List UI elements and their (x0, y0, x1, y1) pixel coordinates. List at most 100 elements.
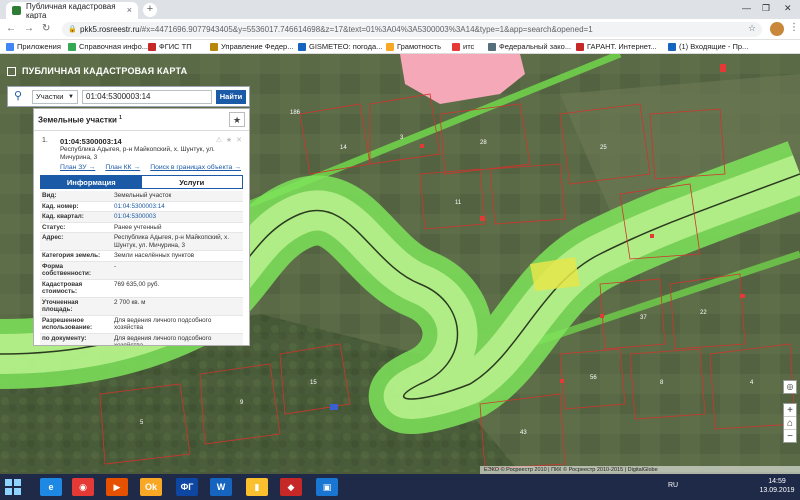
property-key: по документу: (42, 334, 87, 342)
bookmark-label: GISMETEO: погода... (309, 42, 383, 51)
url-host: pkk5.rosreestr.ru (80, 25, 140, 34)
property-row: Статус: Ранее учтенный (40, 223, 243, 233)
panel-title: Земельные участки 1 (38, 115, 122, 125)
property-row: Вид: Земельный участок (40, 191, 243, 202)
property-key: Кад. квартал: (42, 213, 84, 220)
property-key: Разрешенное использование: (42, 316, 93, 332)
browser-tab-bar: Публичная кадастровая карта × + — ❐ ✕ (0, 0, 800, 20)
tab-services[interactable]: Услуги (141, 176, 242, 188)
window-minimize-button[interactable]: — (742, 3, 751, 13)
result-action-icons[interactable]: ⚠ ★ ✕ (216, 136, 243, 144)
bookmark-item[interactable]: итс (452, 42, 474, 51)
locate-button[interactable]: ◎ (783, 380, 797, 394)
browser-menu-icon[interactable]: ⋮ (789, 22, 799, 33)
bookmark-item[interactable]: Грамотность (386, 42, 441, 51)
taskbar-app-icon[interactable]: ◉ (72, 478, 94, 496)
search-icon[interactable]: ⚲ (8, 87, 28, 106)
parcel-label: 56 (590, 375, 597, 381)
property-value: Для ведения личного подсобного хозяйства (114, 316, 212, 332)
bookmark-label: итс (463, 42, 475, 51)
panel-title-text: Земельные участки (38, 115, 117, 125)
bookmark-label: Управление Федер... (221, 42, 294, 51)
window-close-button[interactable]: ✕ (784, 3, 792, 14)
result-count: 1 (119, 115, 122, 121)
parcel-label: 25 (600, 145, 607, 151)
url-input[interactable]: 🔒 pkk5.rosreestr.ru/#x=4471696.907794340… (62, 22, 762, 37)
plan-zu-link[interactable]: План ЗУ → (60, 164, 95, 171)
taskbar-app-icon[interactable]: ▶ (106, 478, 128, 496)
info-tabs: Информация Услуги (40, 175, 243, 189)
bookmark-favicon-icon (210, 42, 218, 51)
taskbar-app-icon[interactable]: e (40, 478, 62, 496)
bookmark-favicon-icon (386, 42, 394, 51)
parcel-label: 11 (455, 200, 462, 206)
back-button[interactable]: ← (6, 23, 16, 34)
forward-button[interactable]: → (24, 23, 34, 34)
tab-close-icon[interactable]: × (127, 5, 132, 15)
property-row: по документу: Для ведения личного подсобн… (40, 333, 243, 345)
result-item[interactable]: 1. ⚠ ★ ✕ 01:04:5300003:14 Республика Ады… (34, 131, 249, 171)
bookmark-item[interactable]: Приложения (6, 42, 61, 51)
new-tab-button[interactable]: + (143, 3, 157, 17)
favorite-star-icon[interactable]: ★ (229, 112, 245, 127)
panel-header: Земельные участки 1 ★ (34, 109, 249, 131)
bookmark-item[interactable]: Управление Федер... (210, 42, 293, 51)
property-row: Адрес: Республика Адыгея, р-н Майкопский,… (40, 233, 243, 251)
bookmark-item[interactable]: Справочная инфо... (68, 42, 148, 51)
bookmark-label: Федеральный зако... (499, 42, 572, 51)
property-value: Ранее учтенный (114, 223, 162, 231)
address-toolbar: ← → ↻ 🔒 pkk5.rosreestr.ru/#x=4471696.907… (0, 19, 800, 40)
language-indicator[interactable]: RU (668, 482, 678, 489)
search-type-select[interactable]: Участки ▼ (32, 89, 78, 104)
bookmark-favicon-icon (488, 42, 496, 51)
taskbar-app-icon[interactable]: ◆ (280, 478, 302, 496)
zoom-home-button[interactable]: ⌂ (784, 417, 796, 430)
search-type-value: Участки (36, 91, 64, 101)
site-favicon-icon (12, 6, 21, 15)
search-button[interactable]: Найти (216, 89, 246, 104)
bookmark-item[interactable]: ГАРАНТ. Интернет... (576, 42, 657, 51)
property-row: Уточненная площадь: 2 700 кв. м (40, 297, 243, 316)
property-row: Разрешенное использование: Для ведения ли… (40, 316, 243, 334)
property-key: Статус: (42, 223, 66, 231)
search-input[interactable] (82, 89, 212, 104)
tab-information[interactable]: Информация (41, 176, 142, 188)
url-path: /#x=4471696.9077943405&y=5536017.7466146… (139, 25, 593, 34)
property-key: Адрес: (42, 234, 64, 241)
window-maximize-button[interactable]: ❐ (762, 3, 770, 14)
bookmark-item[interactable]: (1) Входящие - Пр... (668, 42, 748, 51)
property-value[interactable]: 01:04:5300003 (112, 212, 243, 222)
bookmark-label: Грамотность (397, 42, 441, 51)
clock-date: 13.09.2019 (759, 487, 795, 494)
browser-tab[interactable]: Публичная кадастровая карта × (6, 1, 138, 20)
bookmark-favicon-icon (68, 42, 76, 51)
bookmark-favicon-icon (668, 42, 676, 51)
taskbar-app-icon[interactable]: W (210, 478, 232, 496)
property-key: Форма собственности: (42, 262, 91, 278)
parcel-label: 14 (340, 145, 347, 151)
tab-title: Публичная кадастровая карта (25, 1, 116, 20)
reload-button[interactable]: ↻ (42, 23, 50, 34)
property-value: Земли населённых пунктов (114, 252, 195, 259)
bookmark-star-icon[interactable]: ☆ (748, 23, 756, 34)
clock[interactable]: 14:59 13.09.2019 (758, 477, 796, 495)
chevron-down-icon: ▼ (68, 93, 74, 100)
property-value[interactable]: 01:04:5300003:14 (112, 202, 243, 212)
parcel-label: 43 (520, 430, 527, 436)
start-button-icon[interactable] (4, 478, 22, 496)
search-within-link[interactable]: Поиск в границах объекта → (150, 164, 241, 171)
bookmark-item[interactable]: GISMETEO: погода... (298, 42, 382, 51)
taskbar-app-icon[interactable]: Ok (140, 478, 162, 496)
zoom-out-button[interactable]: − (784, 430, 796, 443)
bookmark-label: ГАРАНТ. Интернет... (587, 42, 657, 51)
taskbar-app-icon[interactable]: ▣ (316, 478, 338, 496)
bookmark-item[interactable]: Федеральный зако... (488, 42, 571, 51)
zoom-in-button[interactable]: + (784, 404, 796, 417)
lock-icon: 🔒 (68, 26, 77, 33)
taskbar-app-icon[interactable]: ▮ (246, 478, 268, 496)
taskbar-app-icon[interactable]: ФГ (176, 478, 198, 496)
bookmark-favicon-icon (452, 42, 460, 51)
plan-kk-link[interactable]: План КК → (105, 164, 140, 171)
profile-avatar[interactable] (770, 22, 784, 36)
bookmark-item[interactable]: ФГИС ТП (148, 42, 192, 51)
